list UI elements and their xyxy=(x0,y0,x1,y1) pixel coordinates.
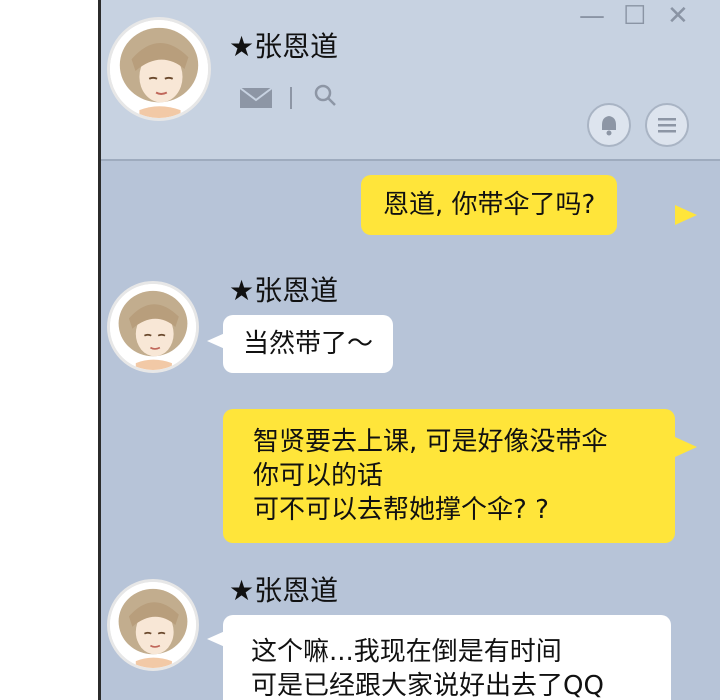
message-text-line: 当然带了～ xyxy=(243,329,374,359)
contact-avatar[interactable] xyxy=(107,281,199,373)
their-message-bubble: 当然带了～ xyxy=(223,315,394,373)
my-message-bubble: 智贤要去上课, 可是好像没带伞 你可以的话 可不可以去帮她撑个伞? ? xyxy=(223,409,675,543)
message-text-line: 可不可以去帮她撑个伞? ? xyxy=(253,495,549,525)
bubble-tail xyxy=(675,205,697,225)
contact-avatar[interactable] xyxy=(107,579,199,671)
avatar-portrait-icon xyxy=(110,20,208,118)
header-contact-name: ★张恩道 xyxy=(229,30,339,63)
message-text-line: 这个嘛...我现在倒是有时间 xyxy=(251,637,562,667)
search-icon[interactable] xyxy=(313,83,337,107)
chat-window: ★张恩道 — ☐ ✕ 恩道, 你带伞了吗? ★张恩道 当然带了～ 智贤要去上课,… xyxy=(98,0,720,700)
header-divider xyxy=(290,87,292,109)
avatar-portrait-icon xyxy=(110,582,196,668)
contact-avatar[interactable] xyxy=(107,17,211,121)
message-text-line: 可是已经跟大家说好出去了QQ xyxy=(251,671,604,700)
comic-panel: ★张恩道 — ☐ ✕ 恩道, 你带伞了吗? ★张恩道 当然带了～ 智贤要去上课,… xyxy=(0,0,720,700)
bubble-tail xyxy=(675,437,697,457)
their-message-bubble: 这个嘛...我现在倒是有时间 可是已经跟大家说好出去了QQ xyxy=(223,615,671,700)
chat-header: ★张恩道 — ☐ ✕ xyxy=(101,0,720,161)
message-text-line: 智贤要去上课, 可是好像没带伞 xyxy=(253,427,608,457)
message-text-line: 你可以的话 xyxy=(253,461,384,491)
mail-icon[interactable] xyxy=(239,87,273,109)
bell-icon xyxy=(602,116,616,136)
sender-name: ★张恩道 xyxy=(229,574,339,607)
avatar-portrait-icon xyxy=(110,284,196,370)
minimize-button[interactable]: — xyxy=(579,3,605,29)
sender-name: ★张恩道 xyxy=(229,274,339,307)
my-message-bubble: 恩道, 你带伞了吗? xyxy=(361,175,618,235)
maximize-button[interactable]: ☐ xyxy=(623,3,646,29)
menu-button[interactable] xyxy=(645,103,689,147)
menu-icon xyxy=(658,118,676,133)
notification-button[interactable] xyxy=(587,103,631,147)
close-button[interactable]: ✕ xyxy=(667,3,689,29)
message-text-line: 恩道, 你带伞了吗? xyxy=(383,190,596,220)
